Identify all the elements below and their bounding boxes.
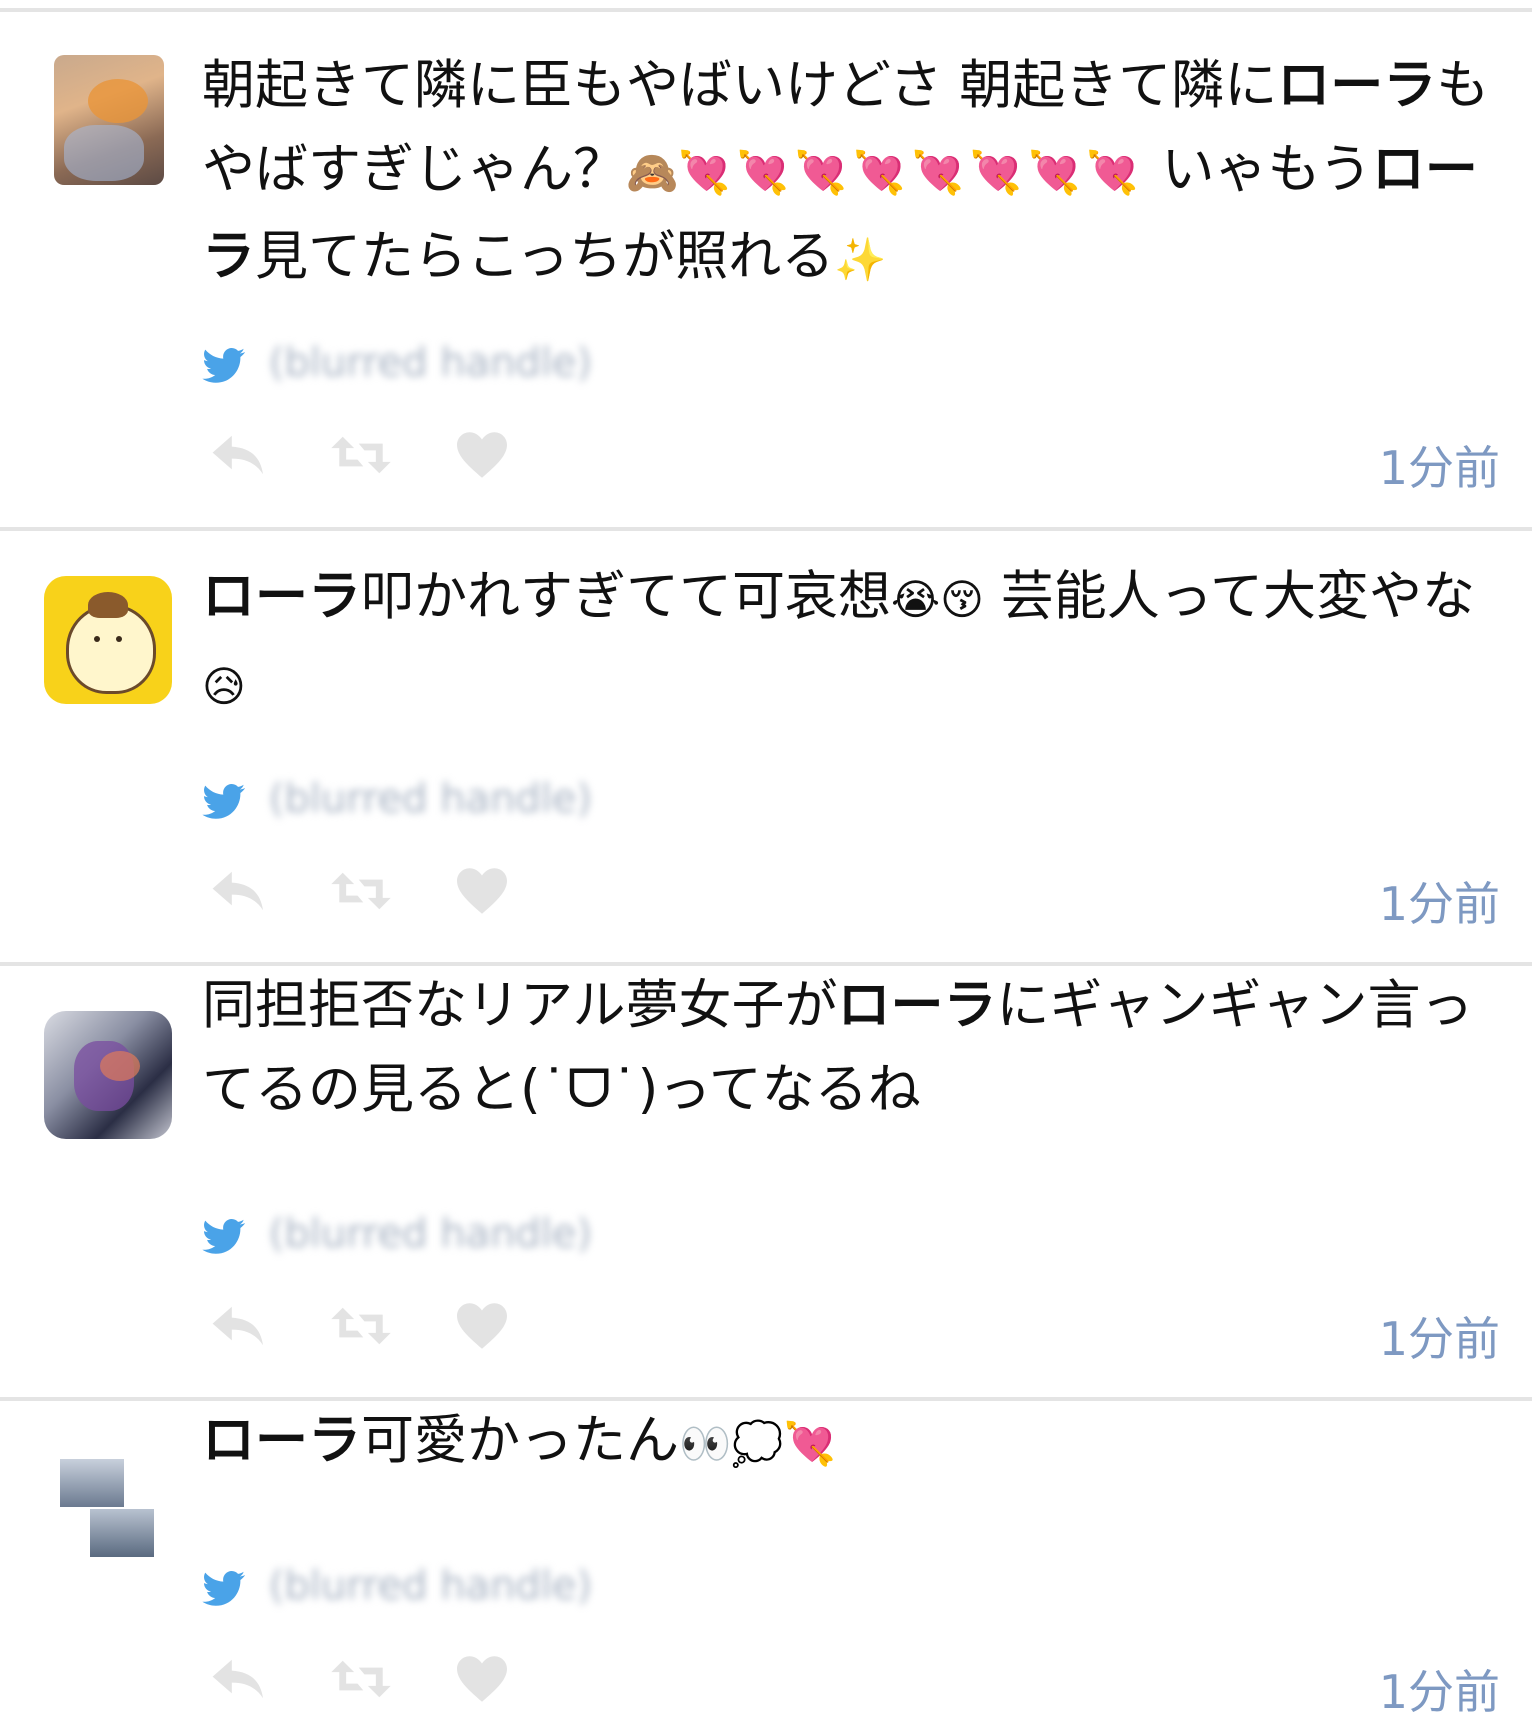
tweet-text: ローラ叩かれすぎてて可哀想😭😚 芸能人って大変やな😥 xyxy=(202,566,1476,711)
user-handle[interactable]: (blurred handle) xyxy=(269,1563,592,1609)
tweet-author[interactable]: (blurred handle) xyxy=(202,1563,592,1615)
reply-icon[interactable] xyxy=(210,431,268,483)
retweet-icon[interactable] xyxy=(329,1655,393,1707)
user-avatar[interactable] xyxy=(44,1011,172,1139)
tweet-actions xyxy=(210,1654,566,1714)
like-heart-icon[interactable] xyxy=(454,1654,510,1708)
twitter-bird-icon xyxy=(202,348,245,383)
user-avatar[interactable] xyxy=(60,1459,160,1559)
tweet-actions xyxy=(210,430,566,490)
reply-icon[interactable] xyxy=(210,1655,268,1707)
tweet-author[interactable]: (blurred handle) xyxy=(202,1211,592,1263)
tweet-text: 同担拒否なリアル夢女子がローラにギャンギャン言ってるの見ると(˙ᗜ˙)ってなるね xyxy=(202,975,1474,1120)
crying-emoji: 😭😚 xyxy=(891,575,984,624)
sweat-emoji: 😥 xyxy=(202,662,246,711)
like-heart-icon[interactable] xyxy=(454,430,510,484)
retweet-icon[interactable] xyxy=(329,431,393,483)
retweet-icon[interactable] xyxy=(329,867,393,919)
twitter-bird-icon xyxy=(202,784,245,819)
tweet-author[interactable]: (blurred handle) xyxy=(202,340,592,392)
tweet-timestamp: 1分前 xyxy=(1378,441,1500,495)
monkey-emoji: 🙈 xyxy=(626,148,679,197)
tweet-actions xyxy=(210,1301,566,1361)
tweet-timestamp: 1分前 xyxy=(1378,877,1500,931)
user-handle[interactable]: (blurred handle) xyxy=(269,340,592,386)
twitter-bird-icon xyxy=(202,1571,245,1606)
hearts-emoji: 💘💘💘💘💘💘💘💘 xyxy=(678,148,1145,197)
tweet-item[interactable]: 朝起きて隣に臣もやばいけどさ 朝起きて隣にローラもやばすぎじゃん？🙈💘💘💘💘💘💘… xyxy=(0,0,1532,530)
tweet-timestamp: 1分前 xyxy=(1378,1312,1500,1366)
twitter-bird-icon xyxy=(202,1219,245,1254)
sparkles-emoji: ✨ xyxy=(834,235,887,284)
tweet-feed: 朝起きて隣に臣もやばいけどさ 朝起きて隣にローラもやばすぎじゃん？🙈💘💘💘💘💘💘… xyxy=(0,0,1532,1735)
tweet-item[interactable]: ローラ可愛かったん👀💭💘 (blurred handle) 1分前 xyxy=(0,1401,1532,1735)
tweet-actions xyxy=(210,866,566,926)
tweet-item[interactable]: 同担拒否なリアル夢女子がローラにギャンギャン言ってるの見ると(˙ᗜ˙)ってなるね… xyxy=(0,966,1532,1401)
user-avatar[interactable] xyxy=(44,576,172,704)
user-handle[interactable]: (blurred handle) xyxy=(269,776,592,822)
tweet-text: 朝起きて隣に臣もやばいけどさ 朝起きて隣にローラもやばすぎじゃん？🙈💘💘💘💘💘💘… xyxy=(202,55,1490,287)
tweet-text: ローラ可愛かったん👀💭💘 xyxy=(202,1410,836,1471)
like-heart-icon[interactable] xyxy=(454,866,510,920)
tweet-author[interactable]: (blurred handle) xyxy=(202,776,592,828)
eyes-thought-heart-emoji: 👀💭💘 xyxy=(679,1419,836,1468)
reply-icon[interactable] xyxy=(210,867,268,919)
reply-icon[interactable] xyxy=(210,1302,268,1354)
user-handle[interactable]: (blurred handle) xyxy=(269,1211,592,1257)
tweet-timestamp: 1分前 xyxy=(1378,1665,1500,1719)
user-avatar[interactable] xyxy=(54,55,164,185)
tweet-item[interactable]: ローラ叩かれすぎてて可哀想😭😚 芸能人って大変やな😥 (blurred hand… xyxy=(0,531,1532,966)
like-heart-icon[interactable] xyxy=(454,1301,510,1355)
retweet-icon[interactable] xyxy=(329,1302,393,1354)
